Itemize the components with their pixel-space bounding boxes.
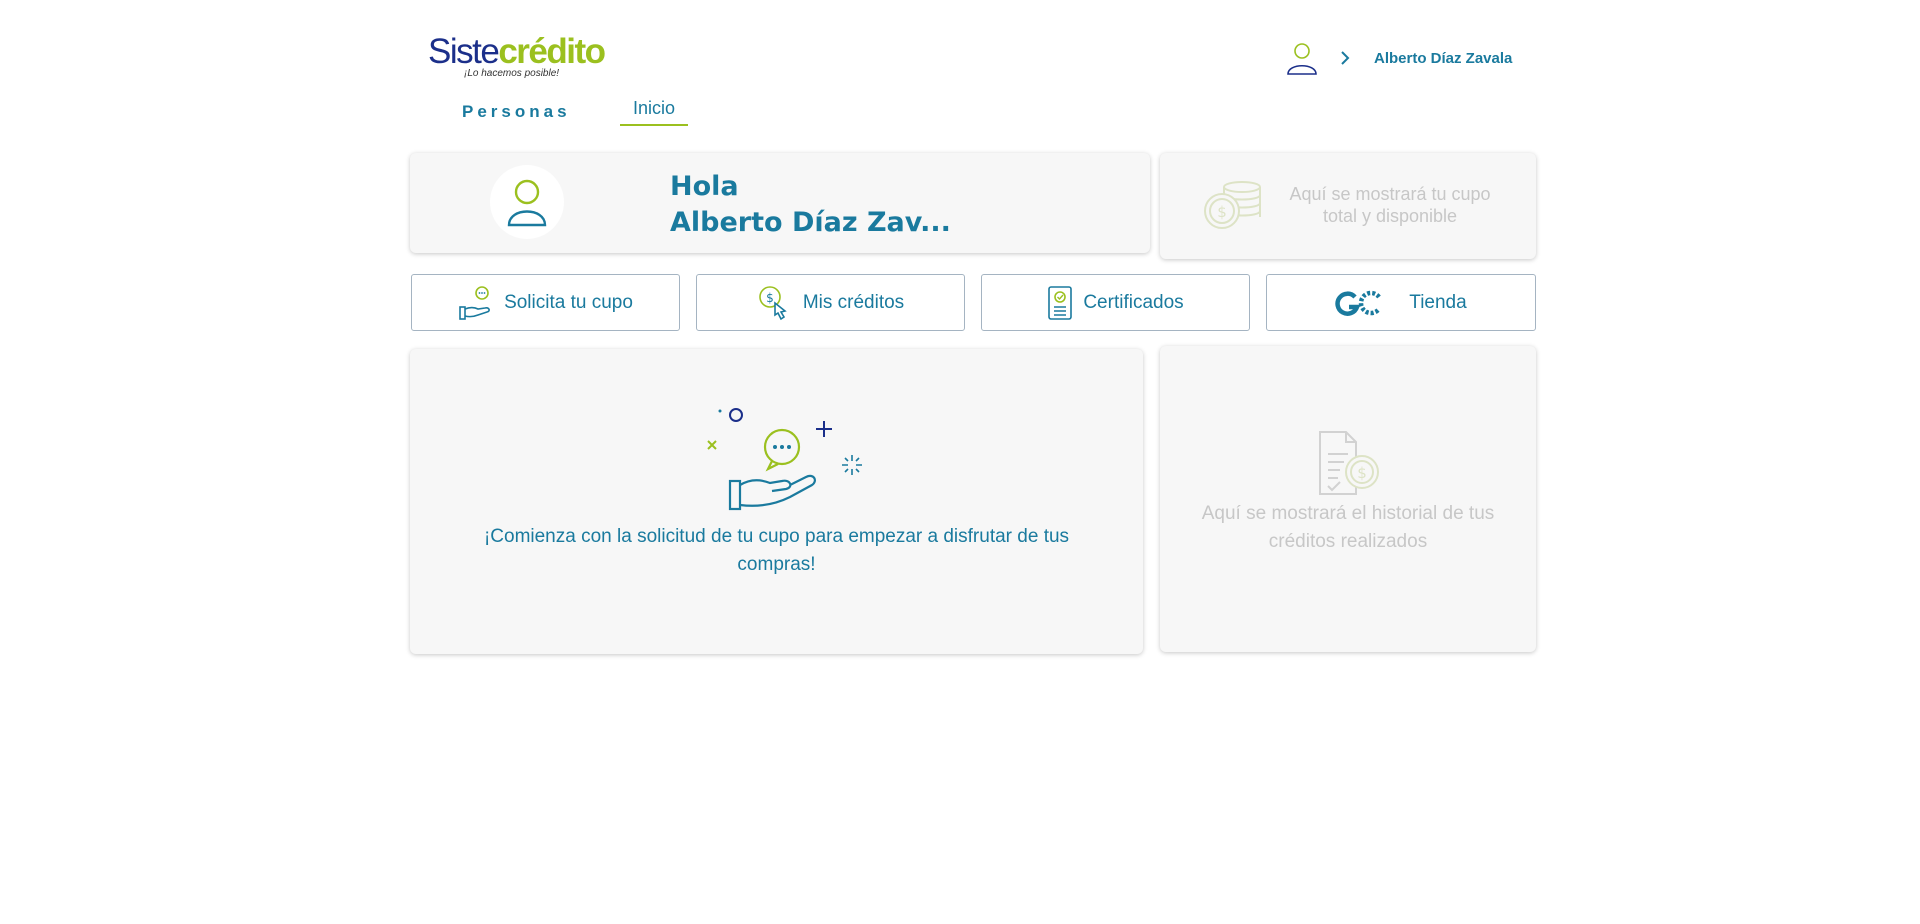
greeting-text: Hola Alberto Díaz Zav... [670,169,951,241]
user-menu[interactable]: Alberto Díaz Zavala [1286,40,1512,76]
history-placeholder: Aquí se mostrará el historial de tus cré… [1201,503,1495,552]
certificate-icon [1048,285,1073,320]
greeting-hola: Hola [670,171,739,202]
user-name[interactable]: Alberto Díaz Zavala [1374,50,1512,67]
solicita-cupo-button[interactable]: Solicita tu cupo [411,274,680,331]
greeting-user-name: Alberto Díaz Zav... [670,207,951,238]
svg-text:$: $ [766,291,774,305]
nav-personas[interactable]: Personas [462,102,571,122]
gc-logo-icon [1335,290,1382,316]
user-avatar-icon [507,179,547,227]
coin-click-icon: $ [759,285,787,320]
sistecredito-logo[interactable]: Sistecrédito ¡Lo hacemos posible! [428,34,608,82]
start-request-message: ¡Comienza con la solicitud de tu cupo pa… [483,526,1070,575]
quota-placeholder: Aquí se mostrará tu cupo total y disponi… [1289,184,1491,226]
start-request-card: ¡Comienza con la solicitud de tu cupo pa… [410,349,1143,654]
quota-card: $ Aquí se mostrará tu cupo total y dispo… [1160,153,1536,259]
hand-chat-icon [459,285,491,320]
logo-text-siste: Siste [428,32,500,71]
certificados-label: Certificados [1083,291,1184,313]
logo-tagline: ¡Lo hacemos posible! [464,68,560,79]
solicita-cupo-label: Solicita tu cupo [504,291,633,313]
user-icon [1287,43,1317,75]
main-nav: Personas Inicio [0,98,1920,128]
coins-icon: $ [1204,181,1261,229]
svg-text:$: $ [1217,203,1227,221]
greeting-card: Hola Alberto Díaz Zav... [410,153,1150,253]
chevron-right-icon [1341,51,1350,65]
svg-text:$: $ [1357,464,1367,482]
mis-creditos-button[interactable]: $ Mis créditos [696,274,965,331]
document-coin-icon: $ [1319,431,1379,495]
logo-text-credito: crédito [498,32,606,71]
avatar [490,165,564,239]
tienda-label: Tienda [1409,291,1467,313]
hand-chat-illustration [707,408,862,511]
certificados-button[interactable]: Certificados [981,274,1250,331]
credit-history-card: $ Aquí se mostrará el historial de tus c… [1160,346,1536,652]
tienda-button[interactable]: Tienda [1266,274,1536,331]
nav-inicio-tab[interactable]: Inicio [620,98,688,126]
mis-creditos-label: Mis créditos [802,291,905,313]
